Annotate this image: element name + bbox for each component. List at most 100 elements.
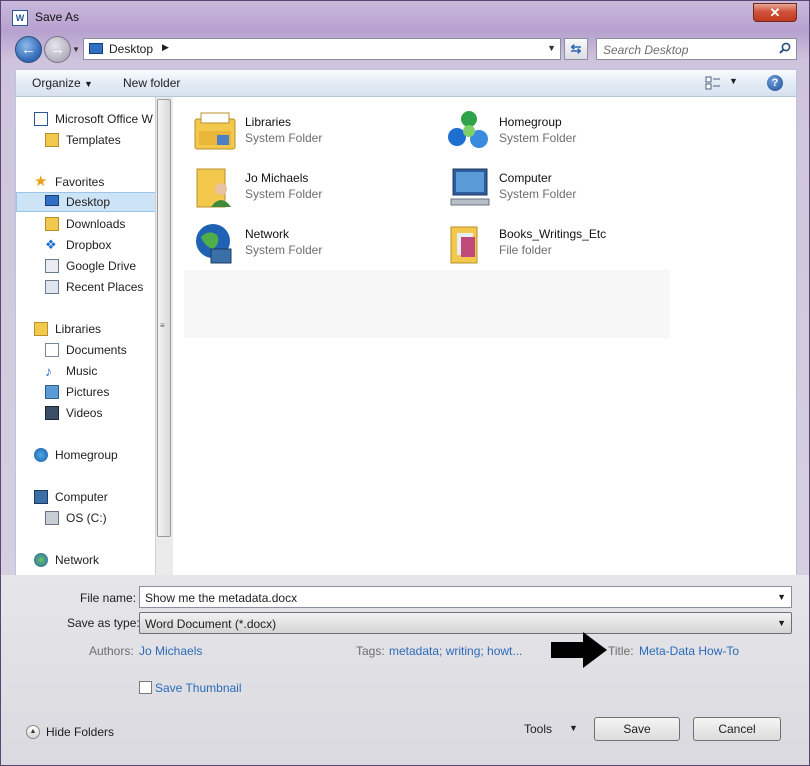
view-options-dropdown[interactable]: ▼ <box>729 76 738 86</box>
item-name: Jo Michaels <box>245 171 309 185</box>
sidebar-item-videos[interactable]: Videos <box>16 403 156 423</box>
music-icon: ♪ <box>45 363 52 379</box>
sidebar-item-computer[interactable]: Computer <box>16 487 156 507</box>
item-type: System Folder <box>245 243 323 257</box>
item-name: Books_Writings_Etc <box>499 227 607 241</box>
save-button[interactable]: Save <box>594 717 680 741</box>
network-icon <box>196 224 232 264</box>
user-folder-icon <box>196 168 231 208</box>
address-dropdown-icon[interactable]: ▼ <box>547 43 556 53</box>
sidebar-item-libraries[interactable]: Libraries <box>16 319 156 339</box>
hide-folders-button[interactable]: Hide Folders <box>46 725 114 739</box>
search-icon[interactable] <box>779 42 791 54</box>
tags-value[interactable]: metadata; writing; howt... <box>389 644 522 658</box>
file-name-field[interactable]: Show me the metadata.docx ▼ <box>139 586 792 608</box>
downloads-folder-icon <box>45 217 59 231</box>
homegroup-icon <box>34 448 48 462</box>
sidebar-item-label: Templates <box>66 133 121 147</box>
sidebar-item-label: Videos <box>66 406 103 420</box>
item-type: System Folder <box>245 131 323 145</box>
scrollbar-thumb[interactable] <box>157 99 171 537</box>
list-item-libraries[interactable]: Libraries System Folder <box>191 107 431 155</box>
chevron-down-icon[interactable]: ▼ <box>777 592 786 602</box>
desktop-icon <box>45 195 59 206</box>
chevron-right-icon[interactable]: ▶ <box>162 42 169 53</box>
save-as-type-select[interactable]: Word Document (*.docx) ▼ <box>139 612 792 634</box>
sidebar-item-favorites[interactable]: ★ Favorites <box>16 172 156 192</box>
sidebar-item-label: Microsoft Office W <box>55 112 153 126</box>
organize-button[interactable]: Organize ▼ <box>32 76 93 90</box>
file-list: Libraries System Folder Homegroup System… <box>173 97 797 575</box>
sidebar-item-homegroup[interactable]: Homegroup <box>16 445 156 465</box>
sidebar-item-label: Desktop <box>66 195 111 209</box>
tools-button[interactable]: Tools <box>524 722 552 736</box>
new-folder-button[interactable]: New folder <box>123 76 180 90</box>
sidebar-item-network[interactable]: Network <box>16 550 156 570</box>
back-button[interactable]: ← <box>15 36 42 63</box>
sidebar-item-os-c[interactable]: OS (C:) <box>16 508 156 528</box>
sidebar-item-label: OS (C:) <box>66 511 107 525</box>
network-icon <box>34 553 48 567</box>
cancel-button[interactable]: Cancel <box>693 717 781 741</box>
computer-icon <box>450 168 490 206</box>
list-item-network[interactable]: Network System Folder <box>191 219 431 267</box>
list-item-computer[interactable]: Computer System Folder <box>445 163 685 211</box>
tags-label: Tags: <box>356 644 385 658</box>
sidebar-item-google-drive[interactable]: Google Drive <box>16 256 156 276</box>
sidebar-item-desktop[interactable]: Desktop <box>16 192 156 212</box>
sidebar-item-templates[interactable]: Templates <box>16 130 156 150</box>
sidebar-item-label: Dropbox <box>66 238 112 252</box>
sidebar-item-documents[interactable]: Documents <box>16 340 156 360</box>
command-bar: Organize ▼ New folder ▼ ? <box>15 69 797 97</box>
chevron-down-icon[interactable]: ▼ <box>569 723 578 733</box>
pictures-icon <box>45 385 59 399</box>
recent-pages-dropdown[interactable]: ▼ <box>72 45 80 54</box>
sidebar-item-dropbox[interactable]: ❖ Dropbox <box>16 235 156 255</box>
navigation-scrollbar[interactable]: ≡ <box>155 97 173 575</box>
google-drive-icon <box>45 259 59 273</box>
save-thumbnail-checkbox[interactable] <box>139 681 152 694</box>
sidebar-item-downloads[interactable]: Downloads <box>16 214 156 234</box>
videos-icon <box>45 406 59 420</box>
computer-icon <box>34 490 48 504</box>
item-type: File folder <box>499 243 552 257</box>
sidebar-item-label: Downloads <box>66 217 126 231</box>
folder-icon <box>450 226 478 264</box>
list-item-homegroup[interactable]: Homegroup System Folder <box>445 107 685 155</box>
chevron-down-icon: ▼ <box>84 79 93 89</box>
save-as-type-value: Word Document (*.docx) <box>145 617 277 631</box>
organize-label: Organize <box>32 76 81 90</box>
chevron-up-icon[interactable]: ▲ <box>26 725 40 739</box>
recent-places-icon <box>45 280 59 294</box>
list-item-books-writings-etc[interactable]: Books_Writings_Etc File folder <box>445 219 685 267</box>
word-icon <box>34 112 48 126</box>
sidebar-item-label: Documents <box>66 343 127 357</box>
title-value[interactable]: Meta-Data How-To <box>639 644 739 658</box>
sidebar-item-music[interactable]: ♪ Music <box>16 361 156 381</box>
sidebar-item-pictures[interactable]: Pictures <box>16 382 156 402</box>
close-button[interactable]: ✕ <box>753 3 797 22</box>
chevron-down-icon: ▼ <box>777 618 786 628</box>
documents-icon <box>45 343 59 357</box>
navigation-pane: Microsoft Office W Templates ★ Favorites… <box>15 97 173 575</box>
help-icon[interactable]: ? <box>767 75 783 91</box>
authors-value[interactable]: Jo Michaels <box>139 644 202 658</box>
search-input[interactable]: Search Desktop <box>596 38 797 60</box>
refresh-button[interactable]: ⇆ <box>564 38 588 60</box>
sidebar-item-recent-places[interactable]: Recent Places <box>16 277 156 297</box>
file-name-value[interactable]: Show me the metadata.docx <box>145 591 297 605</box>
list-item-jo-michaels[interactable]: Jo Michaels System Folder <box>191 163 431 211</box>
save-as-type-label: Save as type: <box>67 616 140 630</box>
item-name: Computer <box>499 171 552 185</box>
file-name-label: File name: <box>80 591 137 605</box>
address-bar[interactable]: Desktop ▶ ▼ <box>83 38 561 60</box>
sidebar-item-microsoft-office[interactable]: Microsoft Office W <box>16 109 156 129</box>
search-placeholder: Search Desktop <box>603 43 689 57</box>
forward-button[interactable]: → <box>44 36 71 63</box>
change-view-icon[interactable] <box>705 76 721 90</box>
sidebar-item-label: Music <box>66 364 98 378</box>
grip-icon: ≡ <box>160 321 165 330</box>
save-thumbnail-label[interactable]: Save Thumbnail <box>155 681 242 695</box>
sidebar-item-label: Favorites <box>55 175 105 189</box>
address-location[interactable]: Desktop <box>109 42 153 56</box>
